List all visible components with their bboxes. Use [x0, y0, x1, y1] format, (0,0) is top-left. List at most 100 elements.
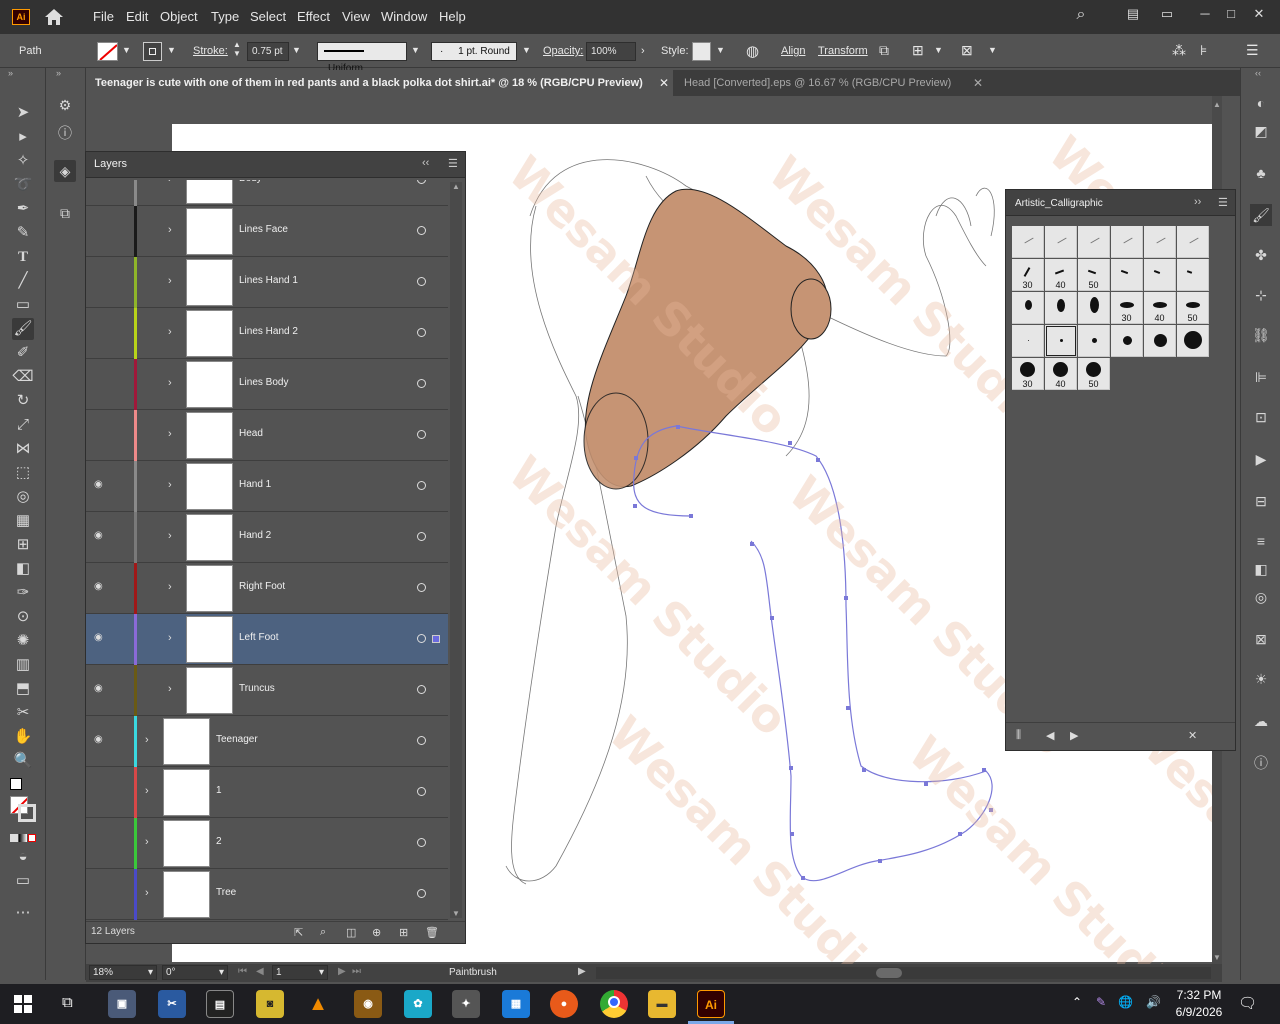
target-icon[interactable]	[417, 838, 426, 847]
width-tool-icon[interactable]: ⋈	[12, 438, 34, 460]
brush-swatch[interactable]	[1045, 226, 1077, 258]
brush-swatch[interactable]: 30	[1111, 292, 1143, 324]
gradient-tool-icon[interactable]: ◧	[12, 558, 34, 580]
minimize-icon[interactable]: ─	[1196, 6, 1214, 24]
previous-library-icon[interactable]: ◀	[1046, 729, 1054, 742]
expand-chevron-icon[interactable]: ›	[168, 275, 178, 287]
document-info-icon[interactable]: ⓘ	[1250, 752, 1272, 774]
gimp-icon[interactable]: ◉	[354, 990, 382, 1018]
swatches-icon[interactable]: ♣	[1250, 162, 1272, 184]
new-layer-icon[interactable]: ⊞	[399, 926, 408, 939]
previous-artboard-icon[interactable]: ◀	[256, 966, 264, 977]
panel-menu-icon[interactable]: ☰	[448, 157, 458, 170]
brush-swatch[interactable]	[1078, 292, 1110, 324]
tab-document-2[interactable]: Head [Converted].eps @ 16.67 % (RGB/CPU …	[677, 70, 982, 96]
brush-swatch[interactable]: 30	[1012, 259, 1044, 291]
target-icon[interactable]	[417, 430, 426, 439]
direct-selection-tool-icon[interactable]: ▸	[12, 126, 34, 148]
studio-app-icon[interactable]: ▤	[206, 990, 234, 1018]
stroke-label[interactable]: Stroke:	[193, 45, 228, 57]
chevron-right-icon[interactable]: ›	[641, 45, 645, 57]
info-icon[interactable]: ⓘ	[54, 122, 76, 144]
variable-width-profile[interactable]: Uniform	[317, 42, 407, 74]
brush-swatch[interactable]	[1078, 325, 1110, 357]
recolor-artwork-icon[interactable]: ◍	[746, 42, 759, 60]
brush-swatch[interactable]	[1111, 226, 1143, 258]
stroke-icon[interactable]: ≡	[1250, 530, 1272, 552]
brush-swatch[interactable]	[1144, 259, 1176, 291]
chevron-down-icon[interactable]: ▼	[411, 45, 420, 55]
target-icon[interactable]	[417, 226, 426, 235]
layer-name[interactable]: Left Foot	[239, 632, 278, 643]
brush-swatch[interactable]: 40	[1144, 292, 1176, 324]
brush-swatch[interactable]	[1012, 292, 1044, 324]
tab-document-1[interactable]: Teenager is cute with one of them in red…	[88, 70, 673, 96]
chevron-down-icon[interactable]: ▼	[988, 45, 997, 55]
draw-mode-icon[interactable]: ◒	[12, 846, 34, 868]
layer-name[interactable]: Lines Face	[239, 224, 288, 235]
eraser-tool-icon[interactable]: ⌫	[12, 366, 34, 388]
layer-row[interactable]: ◉ › Hand 2	[86, 512, 448, 563]
layer-row[interactable]: › Lines Hand 2	[86, 308, 448, 359]
layer-name[interactable]: 2	[216, 836, 222, 847]
collapse-panel-icon[interactable]: ‹‹	[422, 157, 429, 169]
brush-swatch[interactable]	[1045, 325, 1077, 357]
transform-link[interactable]: Transform	[818, 45, 868, 57]
layer-name[interactable]: Teenager	[216, 734, 258, 745]
curvature-tool-icon[interactable]: ✎	[12, 222, 34, 244]
brush-swatch[interactable]	[1177, 325, 1209, 357]
search-icon[interactable]: ⌕	[320, 926, 326, 939]
target-icon[interactable]	[417, 328, 426, 337]
volume-icon[interactable]: 🔊	[1146, 995, 1161, 1009]
brush-swatch[interactable]: 50	[1177, 292, 1209, 324]
export-icon[interactable]: ⇱	[294, 926, 303, 939]
shaper-tool-icon[interactable]: ✐	[12, 342, 34, 364]
visibility-eye-icon[interactable]: ◉	[94, 479, 108, 491]
rectangle-tool-icon[interactable]: ▭	[12, 294, 34, 316]
next-library-icon[interactable]: ▶	[1070, 729, 1078, 742]
close-tab-icon[interactable]: ✕	[659, 70, 669, 96]
expand-chevron-icon[interactable]: ›	[168, 428, 178, 440]
layer-name[interactable]: Head	[239, 428, 263, 439]
expand-chevron-icon[interactable]: ›	[168, 224, 178, 236]
chevron-down-icon[interactable]: ▼	[292, 45, 301, 55]
network-icon[interactable]: 🌐	[1118, 995, 1133, 1009]
align-link[interactable]: Align	[781, 45, 805, 57]
expand-chevron-icon[interactable]: ›	[168, 530, 178, 542]
layer-row[interactable]: › Body	[86, 180, 448, 206]
visibility-eye-icon[interactable]	[94, 326, 108, 338]
layer-row[interactable]: ◉ › Left Foot	[86, 614, 448, 665]
notifications-icon[interactable]: 🗨	[1238, 994, 1257, 1012]
chevron-down-icon[interactable]: ▼	[934, 45, 943, 55]
more-tools-icon[interactable]: ⋯	[12, 902, 34, 924]
brush-definition[interactable]: · 1 pt. Round	[431, 42, 517, 61]
close-tab-icon[interactable]: ✕	[973, 70, 983, 96]
inkscape-icon[interactable]: ✦	[452, 990, 480, 1018]
layer-name[interactable]: 1	[216, 785, 222, 796]
layer-name[interactable]: Tree	[216, 887, 236, 898]
artboard-select[interactable]: 1 ▾	[272, 965, 328, 980]
visibility-eye-icon[interactable]	[94, 836, 108, 848]
graph-tool-icon[interactable]: ▥	[12, 654, 34, 676]
expand-chevron-icon[interactable]: ›	[168, 377, 178, 389]
scale-tool-icon[interactable]: ⤢	[12, 414, 34, 436]
layer-row[interactable]: › 1	[86, 767, 448, 818]
stroke-weight-input[interactable]: 0.75 pt	[247, 42, 289, 61]
visibility-eye-icon[interactable]	[94, 428, 108, 440]
visibility-eye-icon[interactable]: ◉	[94, 632, 108, 644]
expand-chevron-icon[interactable]: ›	[168, 479, 178, 491]
snipping-tool-icon[interactable]: ✂	[158, 990, 186, 1018]
layer-row[interactable]: ◉ › Right Foot	[86, 563, 448, 614]
expand-chevron-icon[interactable]: ›	[145, 734, 155, 746]
brush-swatch[interactable]	[1111, 259, 1143, 291]
brushes-icon[interactable]: 🖌	[1250, 204, 1272, 226]
chevron-down-icon[interactable]: ▼	[167, 45, 176, 55]
expand-chevron-icon[interactable]: ›	[168, 632, 178, 644]
brush-swatch[interactable]	[1177, 226, 1209, 258]
brush-swatch[interactable]: 40	[1045, 358, 1077, 390]
menu-object[interactable]: Object	[160, 9, 198, 24]
target-icon[interactable]	[417, 583, 426, 592]
distribute-icon[interactable]: ⊧	[1200, 42, 1207, 59]
perspective-grid-icon[interactable]: ▦	[12, 510, 34, 532]
layer-row[interactable]: ◉ › Teenager	[86, 716, 448, 767]
